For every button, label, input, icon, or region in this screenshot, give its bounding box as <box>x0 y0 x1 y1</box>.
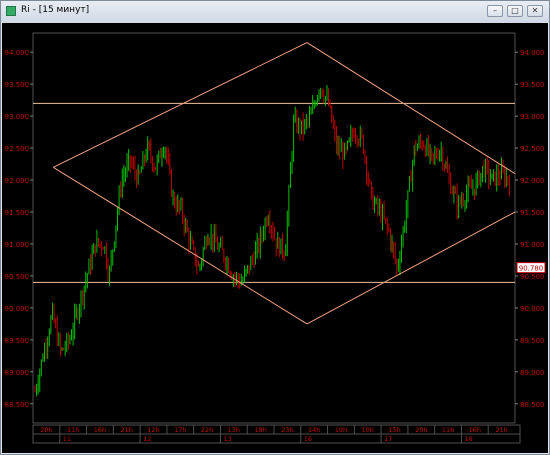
maximize-button[interactable]: □ <box>507 5 523 17</box>
time-label-4: 12h <box>147 426 159 434</box>
ytick-right-label-11: 88.500 <box>520 401 545 409</box>
time-label-14: 20h <box>415 426 427 434</box>
time-label-17: 21h <box>495 426 507 434</box>
ytick-right-label-6: 91.000 <box>520 241 545 249</box>
time-label-11: 19h <box>335 426 347 434</box>
ytick-right-label-3: 92.500 <box>520 145 545 153</box>
time-label-3: 21h <box>121 426 133 434</box>
ytick-left-label-3: 92.500 <box>5 145 30 153</box>
ytick-left-label-5: 91.500 <box>5 209 30 217</box>
ytick-left-label-10: 89.000 <box>5 369 30 377</box>
ytick-right-label-2: 93.000 <box>520 113 545 121</box>
time-label-9: 23h <box>281 426 293 434</box>
ytick-right-label-8: 90.000 <box>520 305 545 313</box>
ytick-right-label-0: 94.000 <box>520 49 545 57</box>
title-bar[interactable]: Ri - [15 минут] – □ ✕ <box>1 1 549 23</box>
date-label-5: 18 <box>464 435 472 443</box>
window-title: Ri - [15 минут] <box>21 5 90 15</box>
candlestick-chart[interactable]: 94.000 93.500 93.000 92.500 92.000 91.500 91.0… <box>2 23 548 453</box>
ytick-left-label-0: 94.000 <box>5 49 30 57</box>
time-label-13: 15h <box>388 426 400 434</box>
ytick-left-label-11: 88.500 <box>5 401 30 409</box>
time-label-6: 22h <box>201 426 213 434</box>
date-label-0: 11 <box>63 435 71 443</box>
date-label-3: 16 <box>304 435 312 443</box>
ytick-right-label-4: 92.000 <box>520 177 545 185</box>
ytick-left-label-4: 92.000 <box>5 177 30 185</box>
time-label-1: 11h <box>67 426 79 434</box>
time-label-12: 10h <box>362 426 374 434</box>
ytick-right-label-7: 90.500 <box>520 273 545 281</box>
time-label-10: 14h <box>308 426 320 434</box>
ytick-left-label-8: 90.000 <box>5 305 30 313</box>
ytick-left-label-7: 90.500 <box>5 273 30 281</box>
time-label-7: 13h <box>228 426 240 434</box>
ytick-right-label-9: 89.500 <box>520 337 545 345</box>
current-price-label: 90.780 <box>519 265 544 273</box>
ytick-left-label-1: 93.500 <box>5 81 30 89</box>
ytick-right-label-1: 93.500 <box>520 81 545 89</box>
date-label-2: 13 <box>223 435 231 443</box>
ytick-right-label-5: 91.500 <box>520 209 545 217</box>
ytick-left-label-9: 89.500 <box>5 337 30 345</box>
plot-frame <box>32 32 516 424</box>
chart-window-icon <box>6 6 16 16</box>
ytick-left-label-2: 93.000 <box>5 113 30 121</box>
time-label-15: 11h <box>442 426 454 434</box>
time-label-8: 18h <box>254 426 266 434</box>
time-label-5: 17h <box>174 426 186 434</box>
close-button[interactable]: ✕ <box>527 5 543 17</box>
ytick-left-label-6: 91.000 <box>5 241 30 249</box>
time-label-2: 16h <box>94 426 106 434</box>
date-label-1: 12 <box>143 435 151 443</box>
time-label-16: 16h <box>469 426 481 434</box>
time-label-0: 20h <box>40 426 52 434</box>
ytick-right-label-10: 89.000 <box>520 369 545 377</box>
date-axis-band <box>32 433 521 444</box>
chart-window: Ri - [15 минут] – □ ✕ 94.000 93.500 93.000… <box>0 0 550 455</box>
minimize-button[interactable]: – <box>487 5 503 17</box>
chart-area[interactable]: 94.000 93.500 93.000 92.500 92.000 91.500 91.0… <box>2 23 548 453</box>
date-label-4: 17 <box>384 435 392 443</box>
